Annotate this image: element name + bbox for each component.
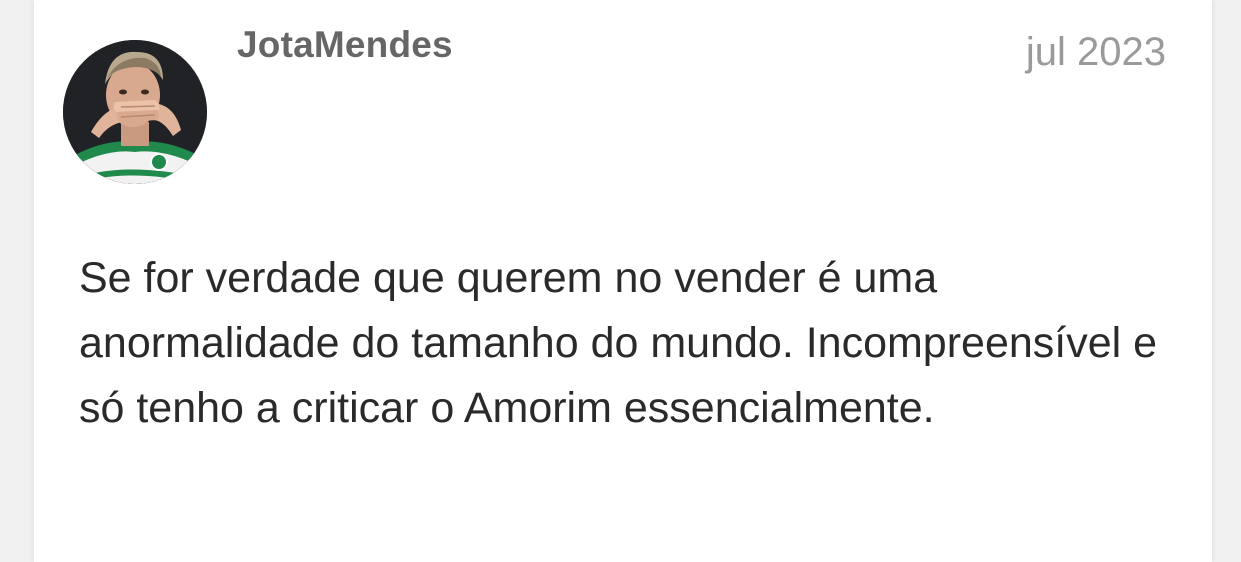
forum-post-card: JotaMendes jul 2023 Se for verdade que q… — [34, 0, 1212, 562]
post-date[interactable]: jul 2023 — [1026, 30, 1166, 75]
avatar-photo-icon — [63, 40, 207, 184]
post-author[interactable]: JotaMendes — [237, 24, 453, 66]
user-avatar[interactable] — [63, 40, 207, 184]
post-body-text: Se for verdade que querem no vender é um… — [79, 254, 1158, 432]
